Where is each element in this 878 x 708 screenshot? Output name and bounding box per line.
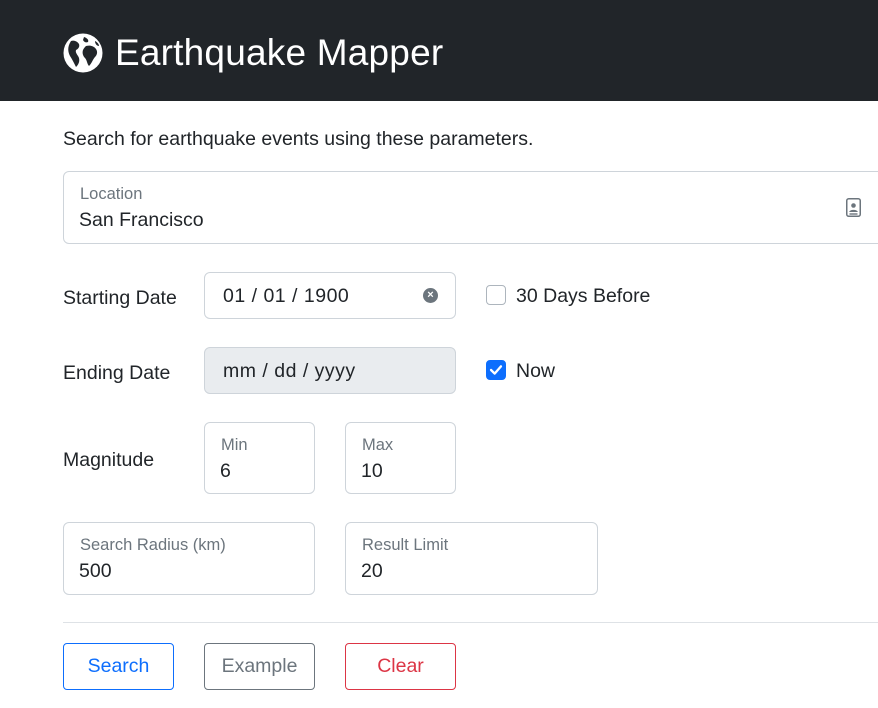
intro-text: Search for earthquake events using these… xyxy=(63,128,534,150)
location-value[interactable]: San Francisco xyxy=(79,208,204,232)
search-radius-field[interactable]: Search Radius (km) 500 xyxy=(63,522,315,595)
clear-button[interactable]: Clear xyxy=(345,643,456,690)
thirty-days-label[interactable]: 30 Days Before xyxy=(516,283,650,309)
ending-date-placeholder: mm / dd / yyyy xyxy=(223,360,356,382)
magnitude-max-value[interactable]: 10 xyxy=(361,459,383,483)
starting-date-value: 01 / 01 / 1900 xyxy=(223,285,350,307)
contact-card-icon[interactable] xyxy=(846,198,861,217)
checkmark-icon xyxy=(489,365,503,375)
result-limit-value[interactable]: 20 xyxy=(361,559,383,583)
app-title: Earthquake Mapper xyxy=(115,32,444,73)
starting-date-label: Starting Date xyxy=(63,287,177,309)
starting-date-input[interactable]: 01 / 01 / 1900 × xyxy=(204,272,456,319)
search-radius-label: Search Radius (km) xyxy=(80,536,226,554)
ending-date-label: Ending Date xyxy=(63,362,171,384)
now-label[interactable]: Now xyxy=(516,358,555,384)
now-checkbox[interactable] xyxy=(486,360,506,380)
magnitude-min-value[interactable]: 6 xyxy=(220,459,231,483)
location-label: Location xyxy=(80,185,143,203)
search-radius-value[interactable]: 500 xyxy=(79,559,112,583)
result-limit-field[interactable]: Result Limit 20 xyxy=(345,522,598,595)
magnitude-max-label: Max xyxy=(362,436,394,454)
clear-date-icon[interactable]: × xyxy=(423,288,438,303)
magnitude-label: Magnitude xyxy=(63,449,155,471)
globe-icon xyxy=(63,33,103,73)
location-field[interactable]: Location San Francisco xyxy=(63,171,878,244)
ending-date-input[interactable]: mm / dd / yyyy xyxy=(204,347,456,394)
result-limit-label: Result Limit xyxy=(362,536,449,554)
magnitude-min-label: Min xyxy=(221,436,248,454)
magnitude-max-field[interactable]: Max 10 xyxy=(345,422,456,494)
example-button[interactable]: Example xyxy=(204,643,315,690)
navbar: Earthquake Mapper xyxy=(0,0,878,101)
magnitude-min-field[interactable]: Min 6 xyxy=(204,422,315,494)
brand[interactable]: Earthquake Mapper xyxy=(62,30,443,76)
search-button[interactable]: Search xyxy=(63,643,174,690)
thirty-days-checkbox[interactable] xyxy=(486,285,506,305)
divider xyxy=(63,622,878,623)
